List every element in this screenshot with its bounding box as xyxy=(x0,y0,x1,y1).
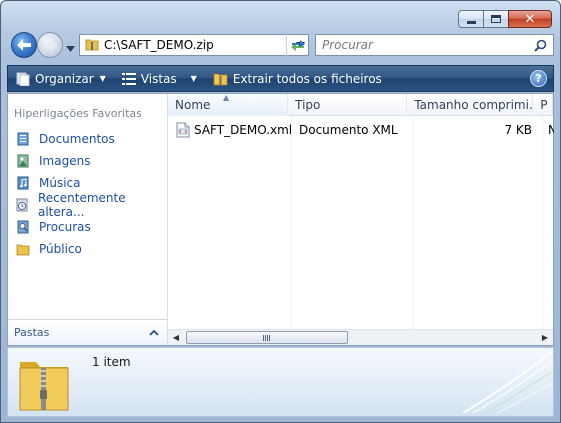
nav-item-label: Música xyxy=(39,176,81,190)
search-box[interactable]: Procurar xyxy=(315,34,554,56)
music-icon xyxy=(15,175,31,191)
navigation-bar: C:\SAFT_DEMO.zip Procurar xyxy=(9,31,554,61)
close-button[interactable]: ✕ xyxy=(508,10,552,28)
column-divider xyxy=(413,116,414,331)
maximize-icon xyxy=(491,15,501,23)
column-label: Tipo xyxy=(295,98,321,112)
nav-item-label: Público xyxy=(39,242,82,256)
scroll-left-button[interactable]: ◀ xyxy=(168,330,184,345)
nav-item-documents[interactable]: Documentos xyxy=(15,128,167,150)
search-input[interactable]: Procurar xyxy=(322,38,534,52)
column-header-size[interactable]: Tamanho comprimi... xyxy=(407,94,534,116)
caption-buttons: ✕ xyxy=(458,10,552,28)
search-icon[interactable] xyxy=(534,39,547,52)
chevron-up-icon xyxy=(149,329,159,336)
extract-all-label: Extrair todos os ficheiros xyxy=(232,71,382,86)
file-type: Documento XML xyxy=(299,123,398,137)
navigation-pane: Hiperligações Favoritas Documentos Image… xyxy=(8,94,168,345)
searches-icon xyxy=(15,219,31,235)
chevron-down-icon: ▼ xyxy=(99,74,106,83)
column-header-type[interactable]: Tipo xyxy=(288,94,408,116)
content-area: Hiperligações Favoritas Documentos Image… xyxy=(7,93,554,346)
file-name: SAFT_DEMO.xml xyxy=(194,123,293,137)
xml-file-icon xyxy=(176,122,190,138)
refresh-button[interactable] xyxy=(286,34,308,56)
nav-item-pictures[interactable]: Imagens xyxy=(15,150,167,172)
views-label: Vistas xyxy=(140,71,177,86)
item-count: 1 item xyxy=(92,355,131,369)
nav-item-label: Imagens xyxy=(39,154,91,168)
favorites-list: Documentos Imagens Música Recentemente a… xyxy=(15,128,167,260)
zip-folder-icon xyxy=(85,37,99,54)
nav-item-label: Recentemente altera... xyxy=(37,191,126,219)
help-button[interactable]: ? xyxy=(530,70,547,87)
folders-toggle[interactable]: Pastas xyxy=(8,319,167,345)
close-icon: ✕ xyxy=(524,11,536,27)
organize-icon xyxy=(16,72,30,86)
explorer-window: ✕ C:\SAFT_DEMO.zip Procurar Organizar ▼ … xyxy=(0,0,561,423)
nav-item-public[interactable]: Público xyxy=(15,238,167,260)
documents-icon xyxy=(15,131,31,147)
scroll-grip-icon xyxy=(263,335,271,341)
views-icon xyxy=(121,72,136,85)
column-divider xyxy=(542,116,543,331)
file-row[interactable]: SAFT_DEMO.xml Documento XML 7 KB N xyxy=(168,120,554,140)
column-header-name[interactable]: ▲ Nome xyxy=(168,94,289,116)
public-folder-icon xyxy=(15,241,31,257)
horizontal-scrollbar[interactable]: ◀ ▶ xyxy=(168,329,553,345)
column-header-row: ▲ Nome Tipo Tamanho comprimi... P xyxy=(168,94,553,116)
organize-button[interactable]: Organizar ▼ xyxy=(8,66,114,91)
address-text[interactable]: C:\SAFT_DEMO.zip xyxy=(104,38,292,52)
recent-pages-button[interactable] xyxy=(66,41,75,55)
file-name-cell[interactable]: SAFT_DEMO.xml xyxy=(168,122,293,138)
details-pane: 1 item xyxy=(7,347,554,417)
favorites-heading: Hiperligações Favoritas xyxy=(14,107,142,120)
nav-item-searches[interactable]: Procuras xyxy=(15,216,167,238)
zip-folder-large-icon xyxy=(18,354,70,415)
decorative-swirl xyxy=(462,345,554,416)
forward-arrow-icon xyxy=(43,39,57,51)
recent-icon xyxy=(15,197,30,213)
column-label: Tamanho comprimi... xyxy=(414,98,534,112)
address-bar[interactable]: C:\SAFT_DEMO.zip xyxy=(79,34,309,56)
folders-label: Pastas xyxy=(14,326,50,339)
nav-item-label: Documentos xyxy=(39,132,115,146)
file-size: 7 KB xyxy=(504,123,532,137)
extract-all-button[interactable]: Extrair todos os ficheiros xyxy=(205,66,390,91)
file-extra: N xyxy=(542,123,554,137)
forward-button[interactable] xyxy=(37,32,63,58)
chevron-down-icon xyxy=(66,46,75,52)
pictures-icon xyxy=(15,153,31,169)
sort-ascending-icon: ▲ xyxy=(223,94,230,102)
column-label: P xyxy=(540,98,548,112)
minimize-button[interactable] xyxy=(458,10,484,28)
minimize-icon xyxy=(466,20,476,24)
nav-item-label: Procuras xyxy=(39,220,91,234)
column-divider xyxy=(291,116,292,331)
maximize-button[interactable] xyxy=(483,10,509,28)
column-label: Nome xyxy=(175,98,211,112)
nav-item-recent[interactable]: Recentemente altera... xyxy=(15,191,167,219)
back-arrow-icon xyxy=(17,39,31,51)
scroll-right-button[interactable]: ▶ xyxy=(537,330,553,345)
command-bar: Organizar ▼ Vistas ▼ Extrair todos os fi… xyxy=(7,65,554,92)
back-button[interactable] xyxy=(11,32,37,58)
column-header-extra[interactable]: P xyxy=(533,94,553,116)
file-list: ▲ Nome Tipo Tamanho comprimi... P SAFT_D… xyxy=(168,94,554,345)
views-button[interactable]: Vistas ▼ xyxy=(114,66,205,91)
organize-label: Organizar xyxy=(35,71,94,86)
chevron-down-icon: ▼ xyxy=(190,74,197,83)
extract-icon xyxy=(213,73,228,86)
scroll-thumb[interactable] xyxy=(186,331,348,344)
refresh-icon xyxy=(290,40,305,51)
